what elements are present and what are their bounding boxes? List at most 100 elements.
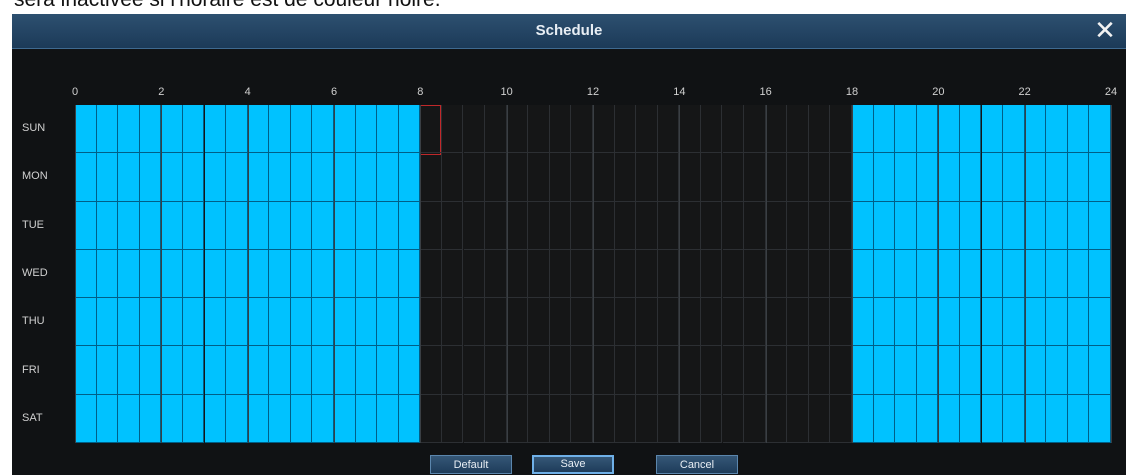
schedule-cell[interactable] <box>506 394 529 443</box>
schedule-cell[interactable] <box>873 105 896 154</box>
schedule-cell[interactable] <box>744 201 766 250</box>
schedule-cell[interactable] <box>75 153 97 202</box>
schedule-cell[interactable] <box>895 249 917 299</box>
schedule-cell[interactable] <box>1003 394 1025 443</box>
schedule-cell[interactable] <box>1024 298 1047 347</box>
schedule-cell[interactable] <box>334 201 356 250</box>
schedule-cell[interactable] <box>830 394 852 443</box>
schedule-cell[interactable] <box>636 201 658 250</box>
schedule-cell[interactable] <box>506 201 529 250</box>
schedule-cell[interactable] <box>1046 105 1068 154</box>
schedule-cell[interactable] <box>377 153 399 202</box>
schedule-cell[interactable] <box>290 153 313 202</box>
schedule-cell[interactable] <box>700 201 723 250</box>
schedule-cell[interactable] <box>528 394 550 443</box>
schedule-cell[interactable] <box>593 105 615 154</box>
schedule-cell[interactable] <box>463 298 486 347</box>
schedule-cell[interactable] <box>571 105 593 154</box>
schedule-cell[interactable] <box>593 201 615 250</box>
schedule-cell[interactable] <box>636 298 658 347</box>
schedule-cell[interactable] <box>355 346 378 395</box>
schedule-cell[interactable] <box>636 346 658 395</box>
schedule-cell[interactable] <box>981 153 1004 202</box>
schedule-cell[interactable] <box>247 394 270 443</box>
schedule-cell[interactable] <box>765 201 788 250</box>
schedule-cell[interactable] <box>679 394 701 443</box>
schedule-cell[interactable] <box>485 298 507 347</box>
schedule-cell[interactable] <box>398 249 421 299</box>
schedule-cell[interactable] <box>312 394 334 443</box>
schedule-cell[interactable] <box>700 394 723 443</box>
schedule-cell[interactable] <box>830 298 852 347</box>
schedule-cell[interactable] <box>290 105 313 154</box>
schedule-cell[interactable] <box>485 394 507 443</box>
schedule-cell[interactable] <box>852 346 874 395</box>
schedule-cell[interactable] <box>765 346 788 395</box>
schedule-cell[interactable] <box>852 105 874 154</box>
schedule-cell[interactable] <box>722 201 745 250</box>
schedule-cell[interactable] <box>204 298 227 347</box>
schedule-cell[interactable] <box>679 153 701 202</box>
schedule-cell[interactable] <box>118 346 140 395</box>
schedule-cell[interactable] <box>75 105 97 154</box>
schedule-cell[interactable] <box>334 298 356 347</box>
schedule-cell[interactable] <box>593 298 615 347</box>
schedule-cell[interactable] <box>873 153 896 202</box>
schedule-cell[interactable] <box>744 394 766 443</box>
schedule-cell[interactable] <box>485 346 507 395</box>
schedule-cell[interactable] <box>549 201 572 250</box>
schedule-cell[interactable] <box>1024 394 1047 443</box>
schedule-cell[interactable] <box>808 249 831 299</box>
schedule-cell[interactable] <box>571 249 593 299</box>
schedule-cell[interactable] <box>204 346 227 395</box>
schedule-cell[interactable] <box>830 153 852 202</box>
schedule-cell[interactable] <box>290 298 313 347</box>
schedule-cell[interactable] <box>269 201 291 250</box>
schedule-cell[interactable] <box>269 346 291 395</box>
schedule-cell[interactable] <box>1067 346 1090 395</box>
schedule-cell[interactable] <box>571 153 593 202</box>
schedule-cell[interactable] <box>441 249 464 299</box>
schedule-cell[interactable] <box>96 105 119 154</box>
schedule-cell[interactable] <box>1024 201 1047 250</box>
schedule-cell[interactable] <box>506 153 529 202</box>
schedule-cell[interactable] <box>614 153 637 202</box>
schedule-cell[interactable] <box>744 249 766 299</box>
schedule-cell[interactable] <box>463 249 486 299</box>
schedule-cell[interactable] <box>398 298 421 347</box>
schedule-cell[interactable] <box>377 105 399 154</box>
schedule-cell[interactable] <box>75 346 97 395</box>
schedule-cell[interactable] <box>528 346 550 395</box>
default-button[interactable]: Default <box>430 455 512 474</box>
schedule-cell[interactable] <box>226 105 248 154</box>
schedule-cell[interactable] <box>182 201 205 250</box>
schedule-cell[interactable] <box>355 153 378 202</box>
schedule-cell[interactable] <box>679 201 701 250</box>
schedule-cell[interactable] <box>247 105 270 154</box>
schedule-cell[interactable] <box>377 249 399 299</box>
schedule-cell[interactable] <box>247 153 270 202</box>
schedule-cell[interactable] <box>269 249 291 299</box>
schedule-cell[interactable] <box>765 153 788 202</box>
schedule-cell[interactable] <box>959 298 982 347</box>
schedule-cell[interactable] <box>355 249 378 299</box>
schedule-cell[interactable] <box>485 201 507 250</box>
schedule-cell[interactable] <box>398 394 421 443</box>
schedule-cell[interactable] <box>549 153 572 202</box>
schedule-cell[interactable] <box>139 201 162 250</box>
schedule-cell[interactable] <box>916 105 939 154</box>
schedule-cell[interactable] <box>226 394 248 443</box>
schedule-cell[interactable] <box>852 249 874 299</box>
schedule-cell[interactable] <box>916 298 939 347</box>
schedule-cell[interactable] <box>808 346 831 395</box>
schedule-cell[interactable] <box>118 153 140 202</box>
schedule-cell[interactable] <box>139 249 162 299</box>
schedule-cell[interactable] <box>700 298 723 347</box>
schedule-cell[interactable] <box>700 249 723 299</box>
schedule-cell[interactable] <box>204 201 227 250</box>
schedule-cell[interactable] <box>700 346 723 395</box>
schedule-cell[interactable] <box>226 249 248 299</box>
schedule-cell[interactable] <box>873 201 896 250</box>
cancel-button[interactable]: Cancel <box>656 455 738 474</box>
schedule-cell[interactable] <box>506 346 529 395</box>
